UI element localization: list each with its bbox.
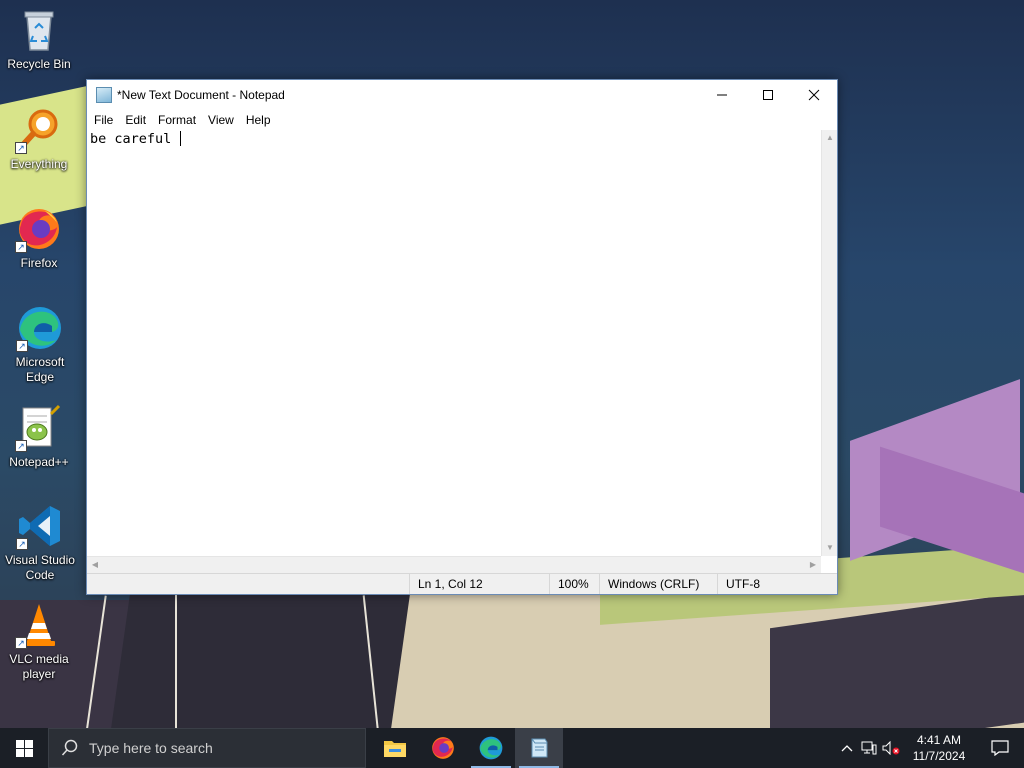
maximize-icon xyxy=(763,90,773,100)
recycle-bin-icon xyxy=(15,6,63,54)
title-bar[interactable]: *New Text Document - Notepad xyxy=(87,80,837,110)
search-icon xyxy=(61,739,79,757)
firefox-icon xyxy=(432,737,454,759)
desktop-icon-firefox[interactable]: ↗ Firefox xyxy=(2,205,76,271)
close-icon xyxy=(808,89,820,101)
desktop-icon-label: Microsoft Edge xyxy=(15,355,65,384)
text-caret xyxy=(180,131,182,146)
clock[interactable]: 4:41 AM 11/7/2024 xyxy=(902,732,976,764)
vertical-scrollbar[interactable]: ▲ ▼ xyxy=(821,130,837,556)
taskbar: Type here to search 4:41 AM 11/7/2024 xyxy=(0,728,1024,768)
menu-format[interactable]: Format xyxy=(152,113,202,127)
menu-help[interactable]: Help xyxy=(240,113,277,127)
text-editor[interactable]: be careful xyxy=(87,130,821,556)
menu-file[interactable]: File xyxy=(88,113,119,127)
shortcut-arrow-icon: ↗ xyxy=(15,241,27,253)
shortcut-arrow-icon: ↗ xyxy=(15,142,27,154)
desktop-icon-notepad-plus-plus[interactable]: ↗ Notepad++ xyxy=(2,404,76,470)
search-placeholder: Type here to search xyxy=(89,740,213,756)
cursor-position: Ln 1, Col 12 xyxy=(409,574,549,594)
shortcut-arrow-icon: ↗ xyxy=(15,440,27,452)
scroll-left-icon[interactable]: ◀ xyxy=(87,557,103,573)
taskbar-file-explorer[interactable] xyxy=(371,728,419,768)
desktop-icon-everything[interactable]: ↗ Everything xyxy=(2,106,76,172)
desktop-icon-edge[interactable]: ↗ Microsoft Edge xyxy=(2,304,78,385)
minimize-icon xyxy=(717,94,727,96)
zoom-level: 100% xyxy=(549,574,599,594)
shortcut-arrow-icon: ↗ xyxy=(15,637,27,649)
notification-icon xyxy=(991,740,1009,756)
desktop-icon-label: Recycle Bin xyxy=(7,57,71,71)
taskbar-notepad[interactable] xyxy=(515,728,563,768)
desktop-icon-label: Firefox xyxy=(20,256,58,270)
system-tray: 4:41 AM 11/7/2024 xyxy=(836,728,1024,768)
scroll-down-icon[interactable]: ▼ xyxy=(822,540,838,556)
menu-bar: File Edit Format View Help xyxy=(87,110,837,130)
scroll-up-icon[interactable]: ▲ xyxy=(822,130,838,146)
notepad-icon xyxy=(531,738,548,758)
shortcut-arrow-icon: ↗ xyxy=(16,538,28,550)
line-endings: Windows (CRLF) xyxy=(599,574,717,594)
wallpaper-line xyxy=(175,595,177,735)
desktop-icon-label: Notepad++ xyxy=(9,455,69,469)
close-button[interactable] xyxy=(791,80,837,110)
desktop-icon-vlc[interactable]: ↗ VLC media player xyxy=(2,601,76,682)
encoding: UTF-8 xyxy=(717,574,822,594)
start-button[interactable] xyxy=(0,728,48,768)
vlc-icon: ↗ xyxy=(15,601,63,649)
notepad-window[interactable]: *New Text Document - Notepad File Edit F… xyxy=(86,79,838,595)
notepad-plus-plus-icon: ↗ xyxy=(15,404,63,452)
windows-logo-icon xyxy=(15,739,33,757)
volume-muted-icon[interactable] xyxy=(880,728,902,768)
edge-icon: ↗ xyxy=(16,304,64,352)
notification-center-button[interactable] xyxy=(976,728,1024,768)
desktop-icon-recycle-bin[interactable]: Recycle Bin xyxy=(2,6,76,72)
status-bar: Ln 1, Col 12 100% Windows (CRLF) UTF-8 xyxy=(87,573,837,594)
taskbar-edge[interactable] xyxy=(467,728,515,768)
vscode-icon: ↗ xyxy=(16,502,64,550)
taskbar-firefox[interactable] xyxy=(419,728,467,768)
clock-date: 11/7/2024 xyxy=(912,749,966,763)
edge-icon xyxy=(479,736,503,760)
desktop-icon-label: VLC media player xyxy=(9,652,69,681)
taskbar-search-box[interactable]: Type here to search xyxy=(48,728,366,768)
editor-text: be careful xyxy=(90,131,180,147)
minimize-button[interactable] xyxy=(699,80,745,110)
clock-time: 4:41 AM xyxy=(916,733,962,747)
desktop-icon-label: Everything xyxy=(10,157,68,171)
scroll-right-icon[interactable]: ▶ xyxy=(805,557,821,573)
desktop-icon-label: Visual Studio Code xyxy=(5,553,75,582)
desktop-icon-vscode[interactable]: ↗ Visual Studio Code xyxy=(2,502,78,583)
notepad-icon xyxy=(96,87,112,103)
menu-view[interactable]: View xyxy=(202,113,240,127)
firefox-icon: ↗ xyxy=(15,205,63,253)
file-explorer-icon xyxy=(384,741,406,757)
horizontal-scrollbar[interactable]: ◀ ▶ xyxy=(87,556,821,573)
network-icon[interactable] xyxy=(858,728,880,768)
everything-search-icon: ↗ xyxy=(15,106,63,154)
desktop: Recycle Bin ↗ Everything ↗ Firefox ↗ Mic… xyxy=(0,0,1024,768)
window-title: *New Text Document - Notepad xyxy=(117,88,285,102)
shortcut-arrow-icon: ↗ xyxy=(16,340,28,352)
chevron-up-icon[interactable] xyxy=(836,728,858,768)
menu-edit[interactable]: Edit xyxy=(119,113,152,127)
maximize-button[interactable] xyxy=(745,80,791,110)
